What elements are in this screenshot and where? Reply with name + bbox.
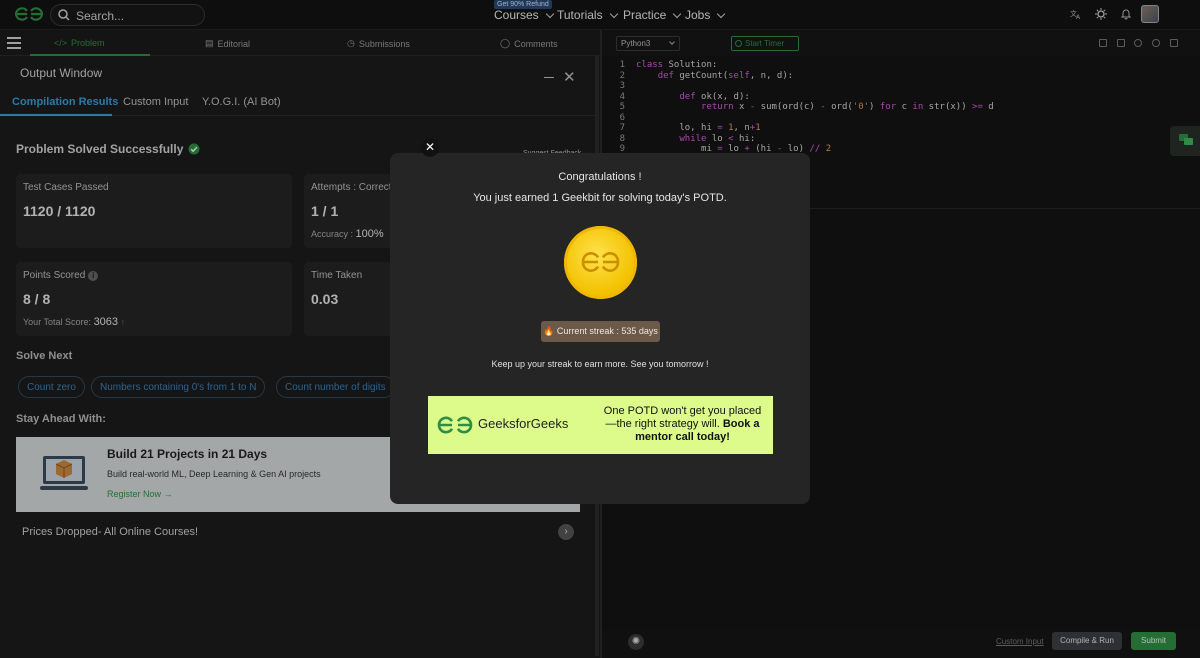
modal-title: Congratulations ! (558, 171, 642, 183)
mentor-call-ad[interactable]: GeeksforGeeks One POTD won't get you pla… (428, 396, 773, 454)
close-modal-icon[interactable]: ✕ (421, 139, 439, 157)
potd-congrats-modal: Congratulations ! You just earned 1 Geek… (390, 153, 810, 504)
modal-message: You just earned 1 Geekbit for solving to… (473, 192, 727, 204)
ad-text: One POTD won't get you placed —the right… (600, 405, 765, 444)
ad-brand: GeeksforGeeks (478, 416, 569, 431)
modal-footer-text: Keep up your streak to earn more. See yo… (491, 359, 709, 369)
gfg-logo-icon (437, 416, 473, 434)
streak-badge: 🔥 Current streak : 535 days (541, 321, 660, 342)
geekbit-coin-icon (564, 226, 637, 299)
